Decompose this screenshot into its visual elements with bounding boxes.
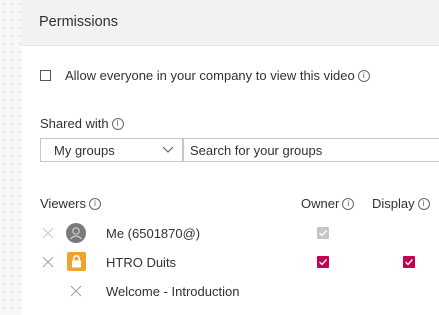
chevron-down-icon xyxy=(162,146,174,153)
remove-viewer-icon[interactable] xyxy=(70,285,82,297)
viewers-header-label: Viewers xyxy=(40,196,87,211)
shared-with-label: Shared with xyxy=(40,116,109,131)
person-icon xyxy=(66,223,86,243)
page-title: Permissions xyxy=(39,14,118,30)
allow-everyone-row[interactable]: Allow everyone in your company to view t… xyxy=(40,68,370,83)
lock-icon xyxy=(67,252,86,271)
info-icon[interactable]: i xyxy=(342,197,355,210)
owner-checkbox[interactable] xyxy=(317,227,329,239)
info-icon[interactable]: i xyxy=(89,197,102,210)
owner-column-header: Owner i xyxy=(301,196,355,211)
allow-everyone-label: Allow everyone in your company to view t… xyxy=(65,68,355,83)
info-icon[interactable]: i xyxy=(357,69,370,82)
viewers-header: Viewers i xyxy=(40,196,102,211)
viewer-name: Me (6501870@) xyxy=(106,226,201,241)
group-search-placeholder: Search for your groups xyxy=(190,143,323,158)
owner-checkbox[interactable] xyxy=(317,256,329,268)
shared-with-row: Shared with i xyxy=(40,116,124,131)
viewer-name: HTRO Duits xyxy=(106,255,177,270)
allow-everyone-checkbox[interactable] xyxy=(40,70,51,81)
display-header-label: Display xyxy=(372,196,415,211)
groups-dropdown[interactable]: My groups xyxy=(40,138,183,162)
groups-dropdown-value: My groups xyxy=(54,143,115,158)
remove-viewer-icon[interactable] xyxy=(42,227,54,239)
display-column-header: Display i xyxy=(372,196,430,211)
panel-header: Permissions xyxy=(22,0,439,46)
display-checkbox[interactable] xyxy=(403,256,415,268)
owner-header-label: Owner xyxy=(301,196,340,211)
group-search-input[interactable]: Search for your groups xyxy=(183,138,439,162)
remove-viewer-icon[interactable] xyxy=(42,256,54,268)
info-icon[interactable]: i xyxy=(417,197,430,210)
viewer-name: Welcome - Introduction xyxy=(106,284,240,299)
permissions-panel: Permissions Allow everyone in your compa… xyxy=(22,0,439,315)
info-icon[interactable]: i xyxy=(111,117,124,130)
